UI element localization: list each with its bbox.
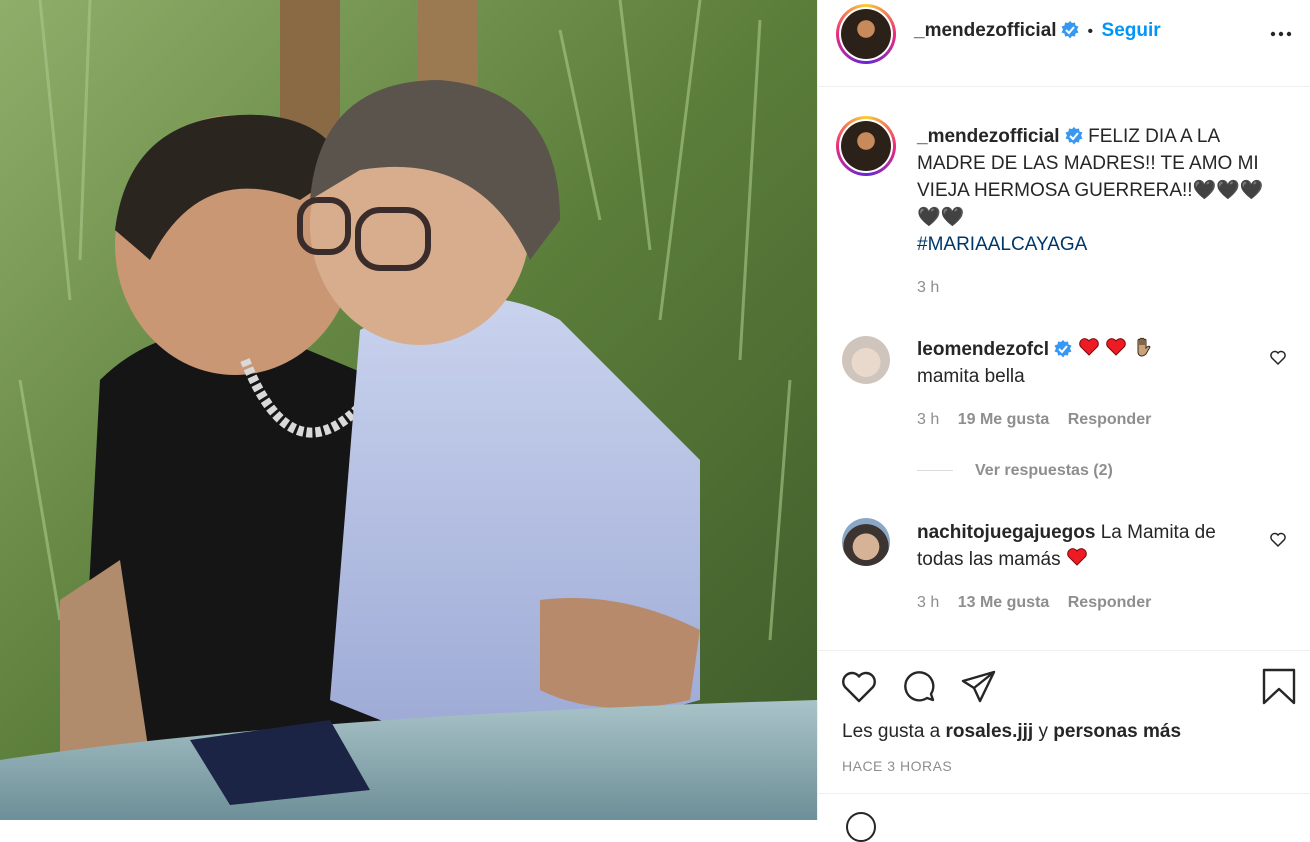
post-photo-illustration	[0, 0, 817, 820]
author-username[interactable]: _mendezofficial	[914, 20, 1057, 41]
caption-username[interactable]: _mendezofficial	[917, 126, 1060, 147]
red-heart-emoji-icon	[1106, 338, 1126, 356]
likes-summary: Les gusta a rosales.jjj y personas más	[842, 721, 1181, 743]
comment-likes[interactable]: 19 Me gusta	[958, 411, 1050, 428]
reply-button[interactable]: Responder	[1068, 411, 1152, 428]
view-replies-line	[917, 470, 953, 472]
reply-button[interactable]: Responder	[1068, 594, 1152, 611]
view-replies-button[interactable]: Ver respuestas (2)	[917, 462, 1113, 480]
comment-like-heart-icon[interactable]	[1269, 349, 1287, 367]
author-avatar[interactable]	[836, 4, 896, 64]
likes-connector: y	[1038, 721, 1048, 742]
post-side-panel: _mendezofficial • Seguir _mendezofficial…	[817, 0, 1310, 842]
likes-prefix: Les gusta a	[842, 721, 941, 742]
follow-button[interactable]: Seguir	[1102, 20, 1161, 41]
share-icon[interactable]	[960, 668, 998, 706]
comment-time[interactable]: 3 h	[917, 594, 939, 611]
comment-time[interactable]: 3 h	[917, 411, 939, 428]
post-actions: Les gusta a rosales.jjj y personas más H…	[818, 650, 1310, 794]
comment-like-heart-icon[interactable]	[1269, 531, 1287, 549]
verified-badge-icon	[1061, 21, 1079, 39]
post-caption: _mendezofficial FELIZ DIA A LA MADRE DE …	[917, 123, 1287, 258]
posted-time[interactable]: HACE 3 HORAS	[842, 758, 952, 774]
heart-icon[interactable]	[840, 668, 878, 706]
comment-icon[interactable]	[900, 668, 938, 706]
post-header: _mendezofficial • Seguir	[818, 0, 1310, 87]
separator-dot: •	[1087, 23, 1094, 40]
caption-hashtag[interactable]: #MARIAALCAYAGA	[917, 234, 1087, 255]
post-photo[interactable]	[0, 0, 817, 820]
comment-meta: 3 h 19 Me gusta Responder	[917, 411, 1151, 429]
comment-username[interactable]: leomendezofcl	[917, 339, 1049, 360]
comment-text: mamita bella	[917, 366, 1025, 387]
emoji-picker-icon[interactable]	[846, 812, 876, 842]
comment-avatar[interactable]	[842, 336, 890, 384]
likes-user[interactable]: rosales.jjj	[946, 721, 1034, 742]
verified-badge-icon	[1065, 127, 1083, 145]
comment-username[interactable]: nachitojuegajuegos	[917, 522, 1095, 543]
comments-section[interactable]: _mendezofficial FELIZ DIA A LA MADRE DE …	[818, 87, 1310, 649]
comment-item: leomendezofcl mamita bella	[917, 336, 1247, 390]
red-heart-emoji-icon	[1067, 548, 1087, 566]
more-options-icon[interactable]	[1267, 20, 1295, 48]
red-heart-emoji-icon	[1078, 338, 1099, 356]
comment-meta: 3 h 13 Me gusta Responder	[917, 594, 1151, 612]
header-user-line: _mendezofficial • Seguir	[914, 20, 1161, 42]
verified-badge-icon	[1054, 340, 1072, 358]
comment-avatar[interactable]	[842, 518, 890, 566]
view-replies-label: Ver respuestas (2)	[975, 462, 1113, 479]
bookmark-icon[interactable]	[1260, 668, 1298, 706]
caption-time[interactable]: 3 h	[917, 279, 939, 297]
likes-others[interactable]: personas más	[1053, 721, 1181, 742]
caption-avatar[interactable]	[836, 116, 896, 176]
raised-hand-emoji-icon	[1137, 337, 1151, 357]
comment-item: nachitojuegajuegos La Mamita de todas la…	[917, 519, 1247, 573]
comment-likes[interactable]: 13 Me gusta	[958, 594, 1050, 611]
